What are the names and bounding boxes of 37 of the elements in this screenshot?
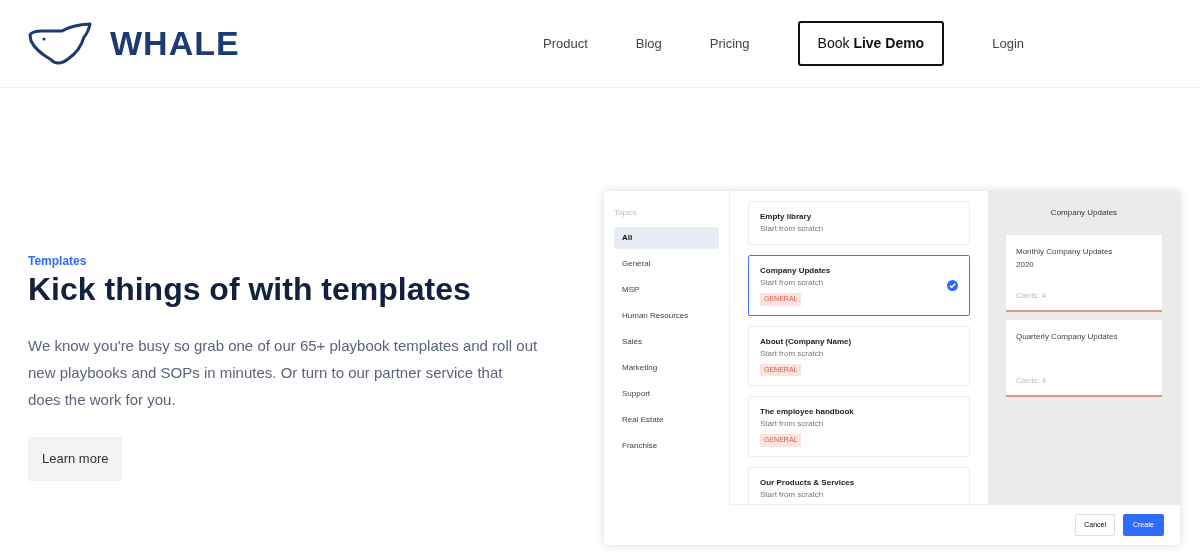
section-label: Templates [28, 253, 88, 270]
topic-item[interactable]: Real Estate [614, 409, 719, 431]
topic-item[interactable]: Marketing [614, 357, 719, 379]
nav-link[interactable]: Login [992, 33, 1024, 54]
template-title: Our Products & Services [760, 476, 856, 489]
template-title: Company Updates [760, 265, 832, 277]
template-title: The employee handbook [760, 406, 855, 418]
preview-card-title: Quarterly Company Updates [1016, 331, 1119, 343]
hero-heading: Kick things of with templates [28, 270, 472, 309]
nav-link[interactable]: Blog [635, 33, 662, 54]
nav-link[interactable]: Product [542, 33, 588, 54]
topics-heading: Topics [614, 207, 638, 219]
topic-item[interactable]: Franchise [614, 435, 719, 457]
template-subtitle: Start from scratch [760, 418, 825, 430]
template-subtitle: Start from scratch [760, 277, 825, 289]
checkmark-icon [947, 279, 958, 291]
preview-title: Company Updates [1049, 207, 1119, 219]
template-title: Empty library [760, 211, 813, 223]
template-subtitle: Start from scratch [760, 223, 825, 235]
template-title: About (Company Name) [760, 335, 853, 348]
topic-item[interactable]: All [614, 227, 719, 249]
topic-item[interactable]: General [614, 253, 719, 275]
nav-link[interactable]: Pricing [709, 33, 750, 54]
template-card[interactable]: Our Products & Services Start from scratch [748, 466, 970, 505]
whale-logo-icon [28, 20, 94, 67]
hero-description: We know you're busy so grab one of our 65+ playbook templates and roll out new playbooks and SOPs in minutes. Or turn to our partner service that does the work for you. [28, 336, 538, 411]
topic-item[interactable]: Sales [614, 331, 719, 353]
template-subtitle: Start from scratch [760, 488, 825, 501]
book-demo-button[interactable]: Book Live Demo [797, 21, 945, 66]
topic-item[interactable]: Human Resources [614, 305, 719, 327]
topic-item[interactable]: Support [614, 383, 719, 405]
brand-name: WHALE [110, 23, 240, 64]
preview-card-title: Monthly Company Updates 2020 [1016, 246, 1114, 271]
template-card[interactable]: Empty library Start from scratch [748, 201, 970, 245]
template-subtitle: Start from scratch [760, 347, 825, 360]
topic-item[interactable]: MSP [614, 279, 719, 301]
learn-more-button[interactable]: Learn more [28, 437, 123, 481]
